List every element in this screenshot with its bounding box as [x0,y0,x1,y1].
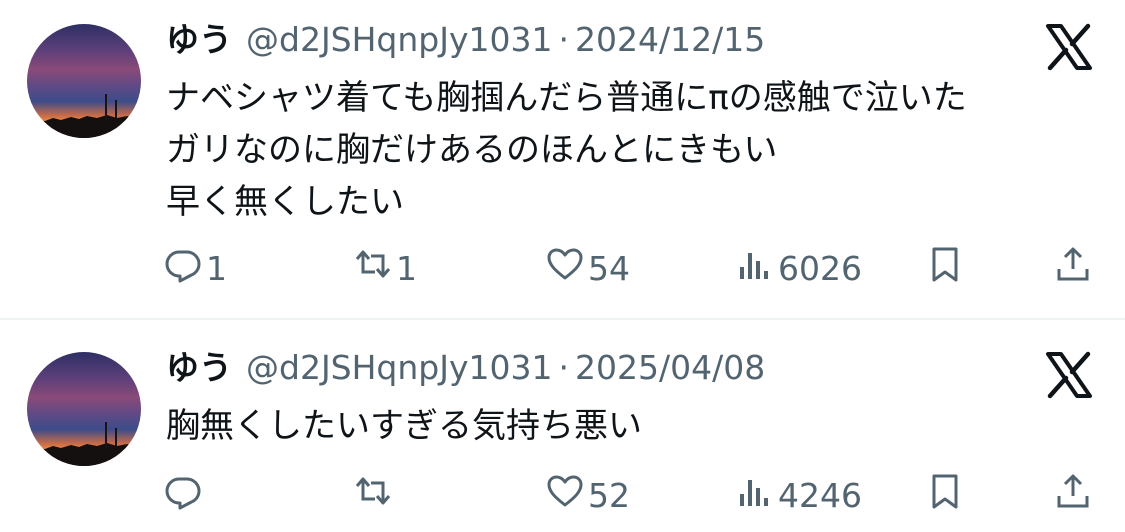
views-button[interactable]: 6026 [736,243,862,293]
user-handle[interactable]: @d2JSHqnpJy1031 [246,20,553,59]
x-logo-icon [1044,22,1094,72]
repost-button[interactable]: 1 [354,243,417,293]
tweet-header: ゆう @d2JSHqnpJy1031 · 2024/12/15 [166,20,765,60]
reply-button[interactable]: 1 [164,243,227,293]
reply-button[interactable] [164,470,206,520]
like-count: 54 [588,248,630,288]
action-bar: 1 1 54 6026 [0,243,1125,293]
avatar[interactable] [27,352,141,466]
share-button[interactable] [1054,243,1092,293]
bookmark-icon [926,245,964,291]
display-name[interactable]: ゆう [166,348,232,387]
tweet-card[interactable]: ゆう @d2JSHqnpJy1031 · 2024/12/15 ナベシャツ着ても胸掴ん… [0,0,1125,318]
separator-dot: · [558,348,570,387]
reply-count: 1 [206,248,227,288]
user-handle[interactable]: @d2JSHqnpJy1031 [246,348,553,387]
views-button[interactable]: 4246 [736,470,862,520]
separator-dot: · [558,20,570,59]
tweet-date[interactable]: 2025/04/08 [575,348,765,387]
tweet-date[interactable]: 2024/12/15 [575,20,765,59]
heart-icon [546,245,584,291]
like-button[interactable]: 52 [546,470,630,520]
repost-icon [354,472,392,518]
heart-icon [546,472,584,518]
x-logo-icon [1044,350,1094,400]
like-button[interactable]: 54 [546,243,630,293]
share-button[interactable] [1054,470,1092,520]
views-icon [736,472,774,518]
views-count: 6026 [778,248,862,288]
like-count: 52 [588,475,630,515]
tweet-card[interactable]: ゆう @d2JSHqnpJy1031 · 2025/04/08 胸無くしたいすぎる気持… [0,320,1125,532]
bookmark-icon [926,472,964,518]
share-icon [1054,245,1092,291]
action-bar: 52 4246 [0,470,1125,520]
share-icon [1054,472,1092,518]
avatar[interactable] [27,24,141,138]
display-name[interactable]: ゆう [166,20,232,59]
repost-count: 1 [396,248,417,288]
views-count: 4246 [778,475,862,515]
reply-icon [164,245,202,291]
tweet-text: ナベシャツ着ても胸掴んだら普通にπの感触で泣いた ガリなのに胸だけあるのほんとに… [166,78,967,222]
bookmark-button[interactable] [926,470,964,520]
bookmark-button[interactable] [926,243,964,293]
reply-icon [164,472,202,518]
views-icon [736,245,774,291]
repost-button[interactable] [354,470,396,520]
tweet-text: 胸無くしたいすぎる気持ち悪い [166,406,642,446]
repost-icon [354,245,392,291]
tweet-header: ゆう @d2JSHqnpJy1031 · 2025/04/08 [166,348,765,388]
